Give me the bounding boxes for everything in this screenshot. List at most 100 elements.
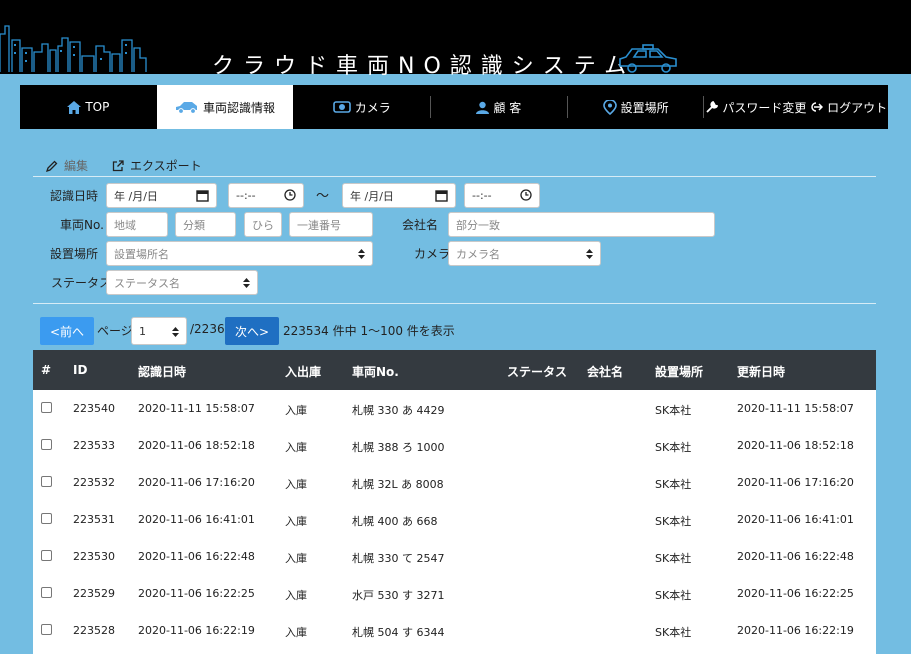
time-from-input[interactable]: --:-- bbox=[228, 183, 304, 208]
table-header: # ID 認識日時 入出庫 車両No. ステータス 会社名 設置場所 更新日時 bbox=[33, 350, 876, 390]
table-row[interactable]: 223540 2020-11-11 15:58:07 入庫 札幌 330 あ 4429… bbox=[33, 390, 876, 427]
export-button[interactable]: エクスポート bbox=[112, 157, 202, 174]
cell-vehicle-no: 札幌 400 あ 668 bbox=[352, 515, 438, 528]
serial-number-input[interactable]: 一連番号 bbox=[289, 212, 373, 237]
company-input[interactable]: 部分一致 bbox=[448, 212, 715, 237]
toolbar: 編集 エクスポート bbox=[46, 157, 202, 174]
page-select[interactable]: 1 bbox=[131, 317, 187, 345]
place-label: 設置場所 bbox=[50, 247, 99, 261]
row-checkbox[interactable] bbox=[41, 550, 52, 561]
table-row[interactable]: 223533 2020-11-06 18:52:18 入庫 札幌 388 ろ 1000… bbox=[33, 427, 876, 464]
status-select-value: ステータス名 bbox=[114, 276, 180, 290]
nav-label: 設置場所 bbox=[620, 100, 669, 115]
nav-label: 車両認識情報 bbox=[203, 100, 276, 115]
cell-recognized-at: 2020-11-06 16:41:01 bbox=[138, 513, 255, 526]
cell-recognized-at: 2020-11-06 18:52:18 bbox=[138, 439, 255, 452]
app-header: クラウド車両NO認識システム bbox=[0, 0, 911, 79]
main-nav: TOP 車両認識情報 カメラ 顧 客 設置場所 パスワード変更 ログアウト bbox=[20, 85, 888, 129]
cell-place: SK本社 bbox=[655, 515, 692, 528]
cell-in-out: 入庫 bbox=[285, 515, 307, 528]
table-row[interactable]: 223530 2020-11-06 16:22:48 入庫 札幌 330 て 2547… bbox=[33, 538, 876, 575]
col-in-out[interactable]: 入出庫 bbox=[285, 363, 321, 380]
pencil-icon bbox=[46, 160, 58, 172]
cell-in-out: 入庫 bbox=[285, 478, 307, 491]
row-checkbox[interactable] bbox=[41, 402, 52, 413]
cell-updated-at: 2020-11-11 15:58:07 bbox=[737, 402, 854, 415]
page-select-value: 1 bbox=[139, 324, 146, 338]
table-row[interactable]: 223528 2020-11-06 16:22:19 入庫 札幌 504 す 6344… bbox=[33, 612, 876, 649]
cell-updated-at: 2020-11-06 16:22:19 bbox=[737, 624, 854, 637]
cell-vehicle-no: 札幌 330 て 2547 bbox=[352, 552, 445, 565]
table-row[interactable]: 223531 2020-11-06 16:41:01 入庫 札幌 400 あ 668 S… bbox=[33, 501, 876, 538]
nav-item-vehicle-recognition[interactable]: 車両認識情報 bbox=[156, 85, 294, 129]
calendar-icon bbox=[196, 190, 209, 202]
cell-vehicle-no: 札幌 504 す 6344 bbox=[352, 626, 445, 639]
col-id[interactable]: ID bbox=[73, 363, 87, 377]
date-from-input[interactable]: 年 /月/日 bbox=[106, 183, 217, 208]
nav-item-password-change[interactable]: パスワード変更 bbox=[704, 85, 808, 129]
camera-select[interactable]: カメラ名 bbox=[448, 241, 601, 266]
cell-in-out: 入庫 bbox=[285, 552, 307, 565]
cell-updated-at: 2020-11-06 17:16:20 bbox=[737, 476, 854, 489]
calendar-icon bbox=[435, 190, 448, 202]
row-checkbox[interactable] bbox=[41, 439, 52, 450]
cell-id: 223528 bbox=[73, 624, 115, 637]
cell-place: SK本社 bbox=[655, 589, 692, 602]
col-company[interactable]: 会社名 bbox=[587, 363, 623, 380]
class-input[interactable]: 分類 bbox=[175, 212, 236, 237]
cell-vehicle-no: 札幌 388 ろ 1000 bbox=[352, 441, 445, 454]
cell-recognized-at: 2020-11-06 16:22:25 bbox=[138, 587, 255, 600]
nav-item-camera[interactable]: カメラ bbox=[293, 85, 430, 129]
cell-recognized-at: 2020-11-06 16:22:19 bbox=[138, 624, 255, 637]
cell-vehicle-no: 札幌 330 あ 4429 bbox=[352, 404, 445, 417]
total-pages: /2236 bbox=[190, 322, 225, 336]
nav-label: パスワード変更 bbox=[722, 100, 807, 115]
nav-item-locations[interactable]: 設置場所 bbox=[568, 85, 704, 129]
status-select[interactable]: ステータス名 bbox=[106, 270, 258, 295]
export-label: エクスポート bbox=[130, 159, 202, 173]
table-body: 223540 2020-11-11 15:58:07 入庫 札幌 330 あ 4429… bbox=[33, 390, 876, 649]
vehicle-no-label: 車両No. bbox=[60, 218, 104, 232]
cell-place: SK本社 bbox=[655, 478, 692, 491]
row-checkbox[interactable] bbox=[41, 624, 52, 635]
cell-updated-at: 2020-11-06 16:22:48 bbox=[737, 550, 854, 563]
select-arrows-icon bbox=[586, 249, 593, 259]
row-checkbox[interactable] bbox=[41, 513, 52, 524]
col-select: # bbox=[41, 363, 52, 377]
result-summary: 223534 件中 1〜100 件を表示 bbox=[283, 324, 455, 338]
nav-item-customers[interactable]: 顧 客 bbox=[431, 85, 567, 129]
cell-updated-at: 2020-11-06 16:22:25 bbox=[737, 587, 854, 600]
nav-item-logout[interactable]: ログアウト bbox=[808, 85, 888, 129]
camera-icon bbox=[332, 101, 351, 113]
external-link-icon bbox=[112, 159, 124, 171]
time-to-input[interactable]: --:-- bbox=[464, 183, 540, 208]
cell-recognized-at: 2020-11-11 15:58:07 bbox=[138, 402, 255, 415]
date-label: 認識日時 bbox=[50, 189, 99, 203]
col-updated-at[interactable]: 更新日時 bbox=[737, 363, 785, 380]
nav-item-top[interactable]: TOP bbox=[20, 85, 157, 129]
nav-label: 顧 客 bbox=[493, 100, 522, 115]
prev-page-button[interactable]: <前へ bbox=[40, 317, 94, 345]
col-vehicle-no[interactable]: 車両No. bbox=[352, 363, 399, 380]
next-page-button[interactable]: 次へ> bbox=[225, 317, 279, 345]
col-place[interactable]: 設置場所 bbox=[655, 363, 703, 380]
col-status[interactable]: ステータス bbox=[507, 363, 567, 380]
table-row[interactable]: 223529 2020-11-06 16:22:25 入庫 水戸 530 す 3271… bbox=[33, 575, 876, 612]
divider bbox=[33, 303, 876, 304]
cell-place: SK本社 bbox=[655, 404, 692, 417]
table-row[interactable]: 223532 2020-11-06 17:16:20 入庫 札幌 32L あ 8008… bbox=[33, 464, 876, 501]
col-recognized-at[interactable]: 認識日時 bbox=[138, 363, 186, 380]
date-to-input[interactable]: 年 /月/日 bbox=[342, 183, 456, 208]
area-input[interactable]: 地域 bbox=[106, 212, 168, 237]
cell-updated-at: 2020-11-06 18:52:18 bbox=[737, 439, 854, 452]
cell-id: 223532 bbox=[73, 476, 115, 489]
cell-id: 223531 bbox=[73, 513, 115, 526]
nav-label: ログアウト bbox=[827, 100, 888, 115]
hiragana-input[interactable]: ひら bbox=[244, 212, 282, 237]
row-checkbox[interactable] bbox=[41, 476, 52, 487]
clock-icon bbox=[520, 189, 532, 201]
time-to-value: --:-- bbox=[472, 189, 492, 202]
row-checkbox[interactable] bbox=[41, 587, 52, 598]
edit-button[interactable]: 編集 bbox=[46, 157, 88, 174]
place-select[interactable]: 設置場所名 bbox=[106, 241, 373, 266]
